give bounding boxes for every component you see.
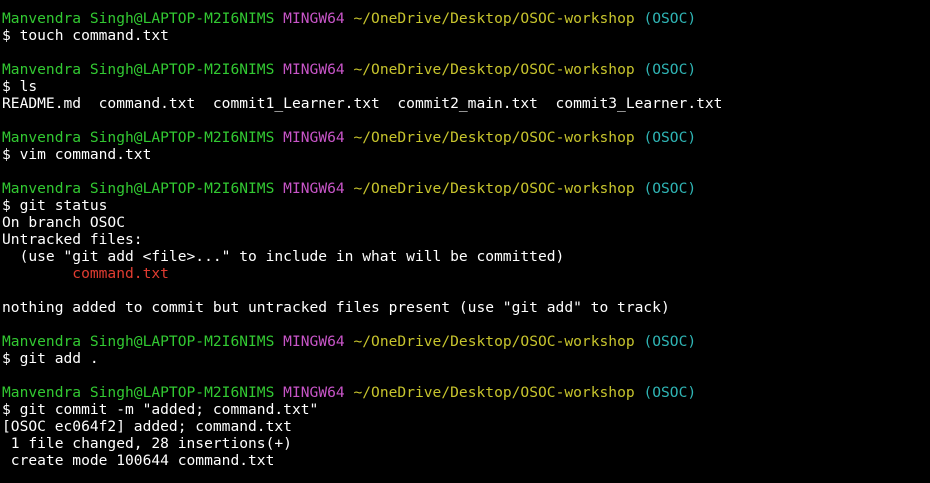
prompt-branch: (OSOC): [643, 61, 697, 78]
prompt-path: ~/OneDrive/Desktop/OSOC-workshop: [353, 384, 635, 401]
output-text: Untracked files:: [2, 231, 143, 248]
prompt-user-host: Manvendra Singh@LAPTOP-M2I6NIMS: [2, 180, 275, 197]
prompt-system: MINGW64: [283, 333, 345, 350]
untracked-file: command.txt: [2, 265, 169, 282]
output-line: nothing added to commit but untracked fi…: [2, 299, 928, 316]
command-line: $ git commit -m "added; command.txt": [2, 401, 928, 418]
prompt-line: Manvendra Singh@LAPTOP-M2I6NIMS MINGW64 …: [2, 61, 928, 78]
prompt-user-host: Manvendra Singh@LAPTOP-M2I6NIMS: [2, 129, 275, 146]
prompt-branch: (OSOC): [643, 333, 697, 350]
prompt-path: ~/OneDrive/Desktop/OSOC-workshop: [353, 10, 635, 27]
prompt-user-host: Manvendra Singh@LAPTOP-M2I6NIMS: [2, 333, 275, 350]
command-line: $ git status: [2, 197, 928, 214]
prompt-branch: (OSOC): [643, 180, 697, 197]
prompt-user-host: Manvendra Singh@LAPTOP-M2I6NIMS: [2, 384, 275, 401]
prompt-system: MINGW64: [283, 180, 345, 197]
output-line: README.md command.txt commit1_Learner.tx…: [2, 95, 928, 112]
untracked-file-line: command.txt: [2, 265, 928, 282]
output-line: create mode 100644 command.txt: [2, 452, 928, 469]
output-text: create mode 100644 command.txt: [2, 452, 275, 469]
prompt-line: Manvendra Singh@LAPTOP-M2I6NIMS MINGW64 …: [2, 129, 928, 146]
command-text: $ git add .: [2, 350, 99, 367]
output-text: 1 file changed, 28 insertions(+): [2, 435, 292, 452]
prompt-system: MINGW64: [283, 384, 345, 401]
prompt-line: Manvendra Singh@LAPTOP-M2I6NIMS MINGW64 …: [2, 10, 928, 27]
prompt-path: ~/OneDrive/Desktop/OSOC-workshop: [353, 129, 635, 146]
output-line: Untracked files:: [2, 231, 928, 248]
command-text: $ ls: [2, 78, 38, 95]
command-line: $ touch command.txt: [2, 27, 928, 44]
output-text: nothing added to commit but untracked fi…: [2, 299, 670, 316]
prompt-user-host: Manvendra Singh@LAPTOP-M2I6NIMS: [2, 10, 275, 27]
output-text: [OSOC ec064f2] added; command.txt: [2, 418, 292, 435]
output-line: 1 file changed, 28 insertions(+): [2, 435, 928, 452]
command-text: $ vim command.txt: [2, 146, 152, 163]
command-text: $ git commit -m "added; command.txt": [2, 401, 319, 418]
prompt-branch: (OSOC): [643, 384, 697, 401]
output-line: On branch OSOC: [2, 214, 928, 231]
command-text: $ git status: [2, 197, 108, 214]
prompt-path: ~/OneDrive/Desktop/OSOC-workshop: [353, 180, 635, 197]
prompt-user-host: Manvendra Singh@LAPTOP-M2I6NIMS: [2, 61, 275, 78]
prompt-system: MINGW64: [283, 129, 345, 146]
output-text: On branch OSOC: [2, 214, 126, 231]
prompt-line: Manvendra Singh@LAPTOP-M2I6NIMS MINGW64 …: [2, 333, 928, 350]
terminal-window[interactable]: Manvendra Singh@LAPTOP-M2I6NIMS MINGW64 …: [2, 10, 928, 469]
prompt-system: MINGW64: [283, 10, 345, 27]
prompt-branch: (OSOC): [643, 10, 697, 27]
output-text: (use "git add <file>..." to include in w…: [2, 248, 565, 265]
prompt-path: ~/OneDrive/Desktop/OSOC-workshop: [353, 333, 635, 350]
prompt-branch: (OSOC): [643, 129, 697, 146]
prompt-line: Manvendra Singh@LAPTOP-M2I6NIMS MINGW64 …: [2, 180, 928, 197]
output-text: README.md command.txt commit1_Learner.tx…: [2, 95, 723, 112]
command-text: $ touch command.txt: [2, 27, 169, 44]
command-line: $ ls: [2, 78, 928, 95]
prompt-system: MINGW64: [283, 61, 345, 78]
prompt-line: Manvendra Singh@LAPTOP-M2I6NIMS MINGW64 …: [2, 384, 928, 401]
output-line: [OSOC ec064f2] added; command.txt: [2, 418, 928, 435]
command-line: $ vim command.txt: [2, 146, 928, 163]
command-line: $ git add .: [2, 350, 928, 367]
output-line: (use "git add <file>..." to include in w…: [2, 248, 928, 265]
prompt-path: ~/OneDrive/Desktop/OSOC-workshop: [353, 61, 635, 78]
